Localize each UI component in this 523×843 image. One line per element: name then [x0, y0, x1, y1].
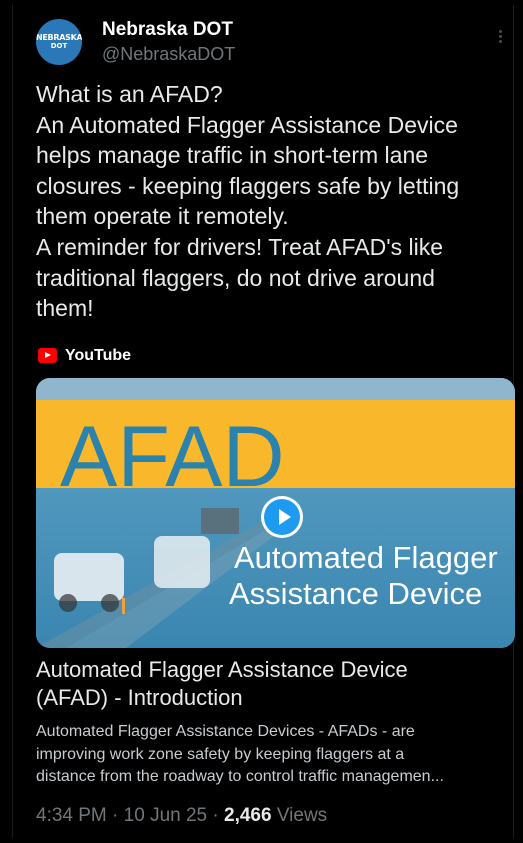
wheel-shape — [101, 594, 119, 612]
tweet-text-line: helps manage traffic in short-term lane — [36, 142, 429, 169]
tweet-text-line: traditional flaggers, do not drive aroun… — [36, 264, 435, 291]
van-shape — [154, 536, 210, 588]
tweet-text-line: them! — [36, 295, 94, 322]
views-label: Views — [276, 805, 328, 826]
card-description: Automated Flagger Assistance Devices - A… — [36, 721, 516, 789]
sky-band — [36, 378, 515, 402]
tweet-date[interactable]: 10 Jun 25 — [124, 805, 207, 826]
tweet-text: What is an AFAD? An Automated Flagger As… — [36, 79, 506, 324]
avatar[interactable]: NEBRASKA DOT — [36, 19, 82, 65]
play-icon[interactable] — [261, 496, 303, 538]
more-options-icon[interactable] — [496, 28, 504, 54]
tweet-text-line: A reminder for drivers! Treat AFAD's lik… — [36, 233, 444, 260]
tweet-metadata: 4:34 PM · 10 Jun 25 · 2,466 Views — [36, 805, 327, 827]
card-title-line: Automated Flagger Assistance Device — [36, 657, 408, 682]
wheel-shape — [59, 594, 77, 612]
tweet-time[interactable]: 4:34 PM — [36, 805, 107, 826]
card-title[interactable]: Automated Flagger Assistance Device (AFA… — [36, 656, 516, 712]
truck-shape — [201, 508, 239, 534]
afad-post — [122, 598, 125, 614]
card-description-line: improving work zone safety by keeping fl… — [36, 745, 405, 763]
tweet-text-line: What is an AFAD? — [36, 81, 223, 107]
thumbnail-headline: AFAD — [60, 409, 285, 505]
views-count: 2,466 — [224, 805, 272, 826]
avatar-text-line1: NEBRASKA — [36, 33, 82, 42]
pickup-shape — [54, 553, 124, 601]
meta-separator: · — [106, 805, 124, 826]
thumbnail-subtitle-line1: Automated Flagger — [234, 540, 498, 575]
thumbnail-subtitle-line2: Assistance Device — [229, 576, 482, 611]
user-handle[interactable]: @NebraskaDOT — [102, 44, 235, 65]
tweet-text-line: them operate it remotely. — [36, 203, 289, 230]
display-name[interactable]: Nebraska DOT — [102, 19, 233, 41]
tweet-header: NEBRASKA DOT Nebraska DOT @NebraskaDOT — [36, 14, 506, 68]
source-label: YouTube — [65, 347, 132, 364]
tweet-text-line: An Automated Flagger Assistance Device — [36, 111, 458, 138]
tweet-text-line: closures - keeping flaggers safe by lett… — [36, 172, 460, 199]
card-description-line: distance from the roadway to control tra… — [36, 768, 444, 785]
card-description-line: Automated Flagger Assistance Devices - A… — [36, 723, 415, 740]
youtube-icon — [38, 348, 57, 363]
meta-separator: · — [207, 805, 225, 826]
card-title-line: (AFAD) - Introduction — [36, 685, 243, 710]
avatar-text-line2: DOT — [50, 42, 68, 50]
